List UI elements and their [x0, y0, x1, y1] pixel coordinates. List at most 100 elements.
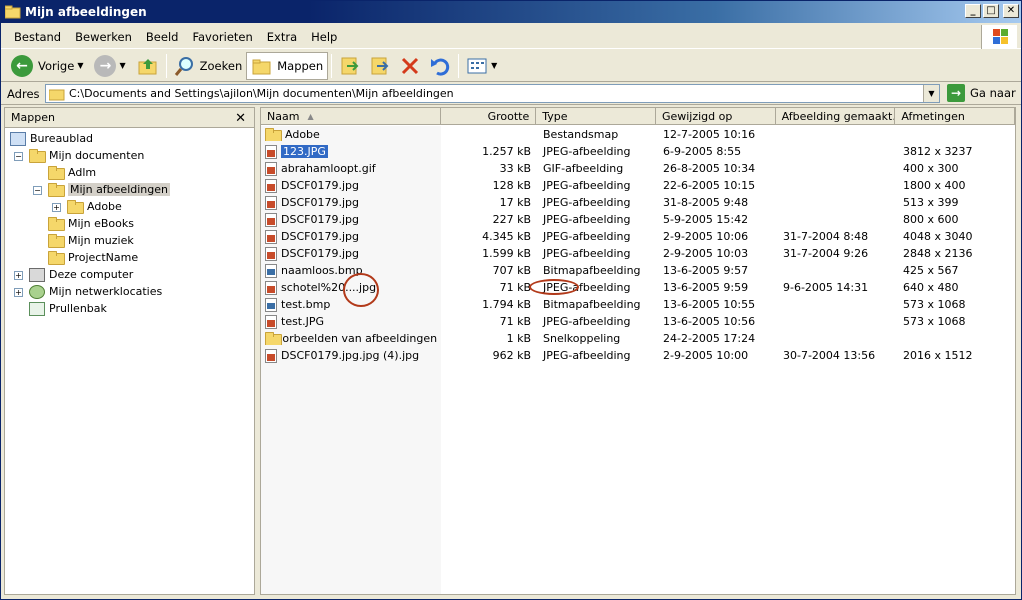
jpg-icon	[265, 229, 277, 244]
expand-toggle[interactable]: +	[52, 203, 61, 212]
tree-label: Mijn documenten	[49, 149, 145, 162]
table-row[interactable]: 123.JPG 1.257 kB JPEG-afbeelding 6-9-2005 8…	[261, 143, 1015, 160]
chevron-down-icon[interactable]: ▼	[491, 61, 497, 70]
column-header-naam[interactable]: Naam ▲	[261, 108, 441, 124]
table-row[interactable]: DSCF0179.jpg 128 kB JPEG-afbeelding 22-6-20…	[261, 177, 1015, 194]
tree-item-mijn-netwerklocaties[interactable]: Mijn netwerklocaties	[29, 283, 162, 300]
chevron-down-icon[interactable]: ▼	[119, 61, 125, 70]
chevron-down-icon[interactable]: ▼	[77, 61, 83, 70]
cell-taken: 9-6-2005 14:31	[777, 281, 897, 294]
table-row[interactable]: DSCF0179.jpg 4.345 kB JPEG-afbeelding 2-9-2…	[261, 228, 1015, 245]
minimize-button[interactable]: _	[965, 4, 981, 18]
table-row[interactable]: DSCF0179.jpg 1.599 kB JPEG-afbeelding 2-9-2…	[261, 245, 1015, 262]
table-row[interactable]: test.JPG 71 kB JPEG-afbeelding 13-6-2005 10…	[261, 313, 1015, 330]
collapse-toggle[interactable]: −	[33, 186, 42, 195]
undo-button[interactable]	[425, 52, 455, 80]
menu-extra[interactable]: Extra	[260, 30, 304, 44]
delete-icon	[402, 57, 419, 74]
annotation-circle-type	[529, 279, 579, 295]
column-header-grootte[interactable]: Grootte	[441, 108, 537, 124]
table-row[interactable]: Voorbeelden van afbeeldingen 1 kB Snelkopp…	[261, 330, 1015, 347]
jpg-icon	[265, 195, 277, 210]
tree-item-bureaublad[interactable]: Bureaublad	[10, 130, 93, 147]
table-row[interactable]: DSCF0179.jpg 227 kB JPEG-afbeelding 5-9-200…	[261, 211, 1015, 228]
tree-item-adlm[interactable]: Adlm	[48, 164, 96, 181]
collapse-toggle[interactable]: −	[14, 152, 23, 161]
cell-text: 13-6-2005 10:56	[663, 315, 756, 328]
table-row[interactable]: naamloos.bmp 707 kB Bitmapafbeelding 13-6-2…	[261, 262, 1015, 279]
cell-modified: 2-9-2005 10:03	[657, 247, 777, 260]
cell-dims: 800 x 600	[897, 213, 1015, 226]
cell-text: 71 kB	[499, 281, 531, 294]
tree-item-adobe[interactable]: Adobe	[67, 198, 122, 215]
address-dropdown-button[interactable]: ▼	[923, 85, 939, 102]
folders-label: Mappen	[277, 58, 324, 73]
delete-button[interactable]	[395, 52, 425, 80]
menu-help[interactable]: Help	[304, 30, 344, 44]
move-to-button[interactable]	[335, 52, 365, 80]
column-header-type[interactable]: Type	[536, 108, 656, 124]
close-pane-button[interactable]: ✕	[235, 111, 246, 126]
up-folder-button[interactable]	[133, 52, 163, 80]
column-label: Grootte	[487, 109, 530, 123]
cell-text: 31-7-2004 8:48	[783, 230, 869, 243]
menu-bestand[interactable]: Bestand	[7, 30, 68, 44]
tree-item-projectname[interactable]: ProjectName	[48, 249, 138, 266]
tree-label: ProjectName	[68, 251, 139, 264]
tree-item-prullenbak[interactable]: Prullenbak	[29, 300, 107, 317]
address-bar: Adres C:\Documents and Settings\ajilon\M…	[1, 83, 1021, 105]
cell-dims: 573 x 1068	[897, 298, 1015, 311]
copy-to-icon	[371, 57, 389, 74]
cell-modified: 13-6-2005 9:59	[657, 281, 777, 294]
go-button[interactable]: → Ga naar	[947, 84, 1016, 102]
menu-bewerken[interactable]: Bewerken	[68, 30, 139, 44]
column-label: Afbeelding gemaakt…	[781, 109, 896, 123]
search-button[interactable]: Zoeken	[170, 52, 247, 80]
cell-dims: 640 x 480	[897, 281, 1015, 294]
expand-toggle[interactable]: +	[14, 288, 23, 297]
file-name: Adobe	[285, 128, 320, 141]
folder-icon	[48, 217, 65, 231]
views-button[interactable]: ▼	[462, 52, 504, 80]
cell-text: 1 kB	[506, 332, 531, 345]
maximize-button[interactable]: □	[983, 4, 999, 18]
column-header-afmetingen[interactable]: Afmetingen	[895, 108, 1015, 124]
back-button[interactable]: ← Vorige ▼	[7, 52, 90, 80]
cell-text: 4048 x 3040	[903, 230, 973, 243]
cell-name: Adobe	[261, 128, 441, 141]
cell-size: 962 kB	[441, 349, 537, 362]
bmp-icon	[265, 297, 277, 312]
jpg-icon	[265, 280, 277, 295]
column-label: Gewijzigd op	[661, 109, 733, 123]
cell-text: 1.599 kB	[482, 247, 531, 260]
title-bar[interactable]: Mijn afbeeldingen _ □ ✕	[1, 1, 1021, 23]
cell-size: 71 kB	[441, 315, 537, 328]
cell-modified: 13-6-2005 9:57	[657, 264, 777, 277]
tree-item-mijn-ebooks[interactable]: Mijn eBooks	[48, 215, 134, 232]
column-header-gewijzigd[interactable]: Gewijzigd op	[656, 108, 776, 124]
cell-text: 33 kB	[499, 162, 531, 175]
column-header-afbeelding-gemaakt[interactable]: Afbeelding gemaakt…	[776, 108, 896, 124]
tree-item-deze-computer[interactable]: Deze computer	[29, 266, 133, 283]
cell-text: 22-6-2005 10:15	[663, 179, 756, 192]
menu-favorieten[interactable]: Favorieten	[185, 30, 259, 44]
address-input[interactable]: C:\Documents and Settings\ajilon\Mijn do…	[45, 84, 940, 103]
expand-toggle[interactable]: +	[14, 271, 23, 280]
cell-modified: 2-9-2005 10:06	[657, 230, 777, 243]
table-row[interactable]: DSCF0179.jpg 17 kB JPEG-afbeelding 31-8-200…	[261, 194, 1015, 211]
table-row[interactable]: Adobe Bestandsmap 12-7-2005 10:16	[261, 126, 1015, 143]
menu-beeld[interactable]: Beeld	[139, 30, 186, 44]
tree-item-mijn-muziek[interactable]: Mijn muziek	[48, 232, 134, 249]
folders-button[interactable]: Mappen	[246, 51, 329, 80]
tree-item-mijn-documenten[interactable]: Mijn documenten	[29, 147, 144, 164]
copy-to-button[interactable]	[365, 52, 395, 80]
search-label: Zoeken	[199, 58, 243, 73]
forward-button[interactable]: → ▼	[90, 52, 132, 80]
close-button[interactable]: ✕	[1003, 4, 1019, 18]
file-name: 123.JPG	[281, 145, 328, 158]
tree-item-mijn-afbeeldingen[interactable]: Mijn afbeeldingen	[48, 181, 170, 198]
cell-type: JPEG-afbeelding	[537, 315, 657, 328]
file-name: DSCF0179.jpg	[281, 230, 359, 243]
table-row[interactable]: DSCF0179.jpg.jpg (4).jpg 962 kB JPEG-afbee…	[261, 347, 1015, 364]
table-row[interactable]: abrahamloopt.gif 33 kB GIF-afbeelding 26-8-…	[261, 160, 1015, 177]
